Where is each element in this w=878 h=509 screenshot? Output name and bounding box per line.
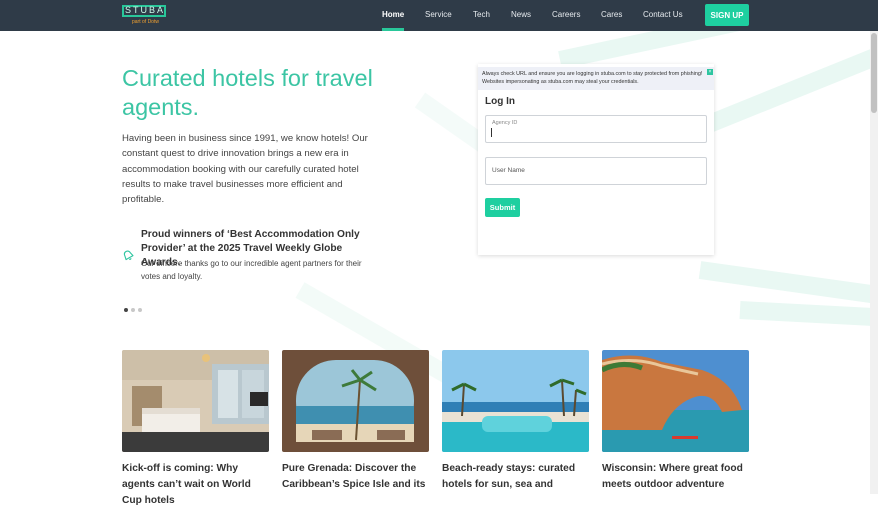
close-icon[interactable]: × — [707, 69, 713, 75]
login-title: Log In — [485, 96, 515, 107]
carousel-dot-2[interactable] — [131, 308, 135, 312]
nav-tech[interactable]: Tech — [473, 10, 490, 19]
nav-cares[interactable]: Cares — [601, 10, 622, 19]
article-title[interactable]: Wisconsin: Where great food meets outdoo… — [602, 461, 752, 493]
scrollbar-thumb[interactable] — [871, 33, 877, 113]
text-caret — [491, 128, 492, 137]
sea-arch-kayak-photo[interactable] — [602, 350, 749, 452]
nav-home[interactable]: Home — [382, 10, 404, 19]
award-description: Our sincere thanks go to our incredible … — [141, 259, 362, 281]
bell-icon — [123, 250, 134, 261]
page-scrollbar[interactable] — [870, 31, 878, 494]
submit-button[interactable]: Submit — [485, 198, 520, 217]
nav-service[interactable]: Service — [425, 10, 452, 19]
hero-description: Having been in business since 1991, we k… — [122, 133, 368, 206]
login-card: Always check URL and ensure you are logg… — [478, 64, 714, 255]
carousel-dot-1[interactable] — [124, 308, 128, 312]
agency-id-label: Agency ID — [492, 120, 518, 126]
username-placeholder: User Name — [492, 167, 525, 174]
hotel-room-photo[interactable] — [122, 350, 269, 452]
sign-up-button[interactable]: SIGN UP — [705, 4, 749, 26]
article-title[interactable]: Pure Grenada: Discover the Caribbean’s S… — [282, 461, 432, 493]
username-field[interactable]: User Name — [485, 157, 707, 185]
hero-title: Curated hotels for travel agents. — [122, 65, 373, 120]
logo-text: STUBA — [125, 5, 166, 15]
phishing-notice: Always check URL and ensure you are logg… — [478, 67, 714, 90]
carousel-dot-3[interactable] — [138, 308, 142, 312]
active-nav-indicator — [382, 28, 404, 31]
top-navigation-bar: STUBA part of Dotw Home Service Tech New… — [0, 0, 878, 31]
beach-balcony-photo[interactable] — [282, 350, 429, 452]
phishing-notice-text: Always check URL and ensure you are logg… — [482, 71, 703, 85]
nav-contact-us[interactable]: Contact Us — [643, 10, 683, 19]
logo-tagline: part of Dotw — [132, 19, 159, 25]
nav-careers[interactable]: Careers — [552, 10, 580, 19]
nav-news[interactable]: News — [511, 10, 531, 19]
article-title[interactable]: Kick-off is coming: Why agents can’t wai… — [122, 461, 272, 509]
resort-pool-photo[interactable] — [442, 350, 589, 452]
article-title[interactable]: Beach-ready stays: curated hotels for su… — [442, 461, 592, 493]
stuba-logo[interactable]: STUBA part of Dotw — [122, 5, 170, 27]
agency-id-field[interactable]: Agency ID — [485, 115, 707, 143]
